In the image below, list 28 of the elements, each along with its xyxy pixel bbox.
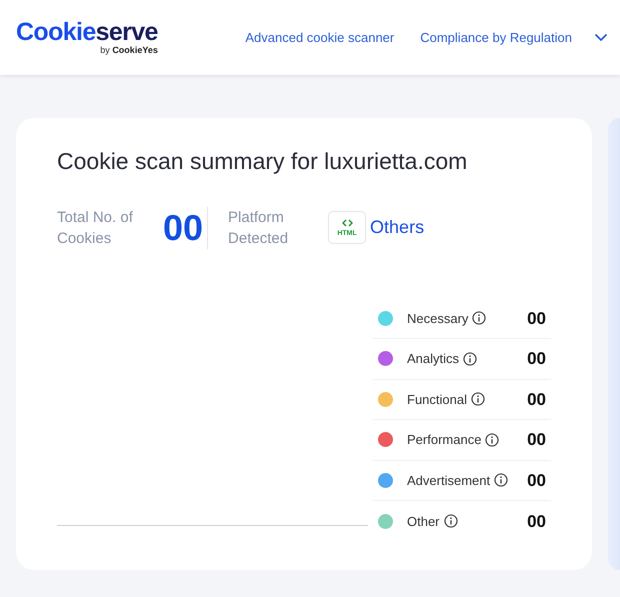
category-count: 00 — [527, 510, 546, 532]
category-count: 00 — [527, 308, 546, 330]
info-icon[interactable] — [444, 514, 458, 528]
nav-dropdown[interactable]: Compliance by Regulation — [420, 28, 608, 48]
category-name: Performance — [407, 431, 482, 449]
category-count: 00 — [527, 429, 546, 451]
chevron-down-icon — [594, 33, 608, 42]
platform-label: Platform Detected — [228, 208, 290, 248]
category-name: Functional — [407, 390, 467, 408]
category-count: 00 — [527, 348, 546, 370]
category-name: Analytics — [407, 350, 460, 368]
total-label: Total No. of Cookies — [57, 208, 134, 248]
platform-name: Others — [370, 216, 424, 239]
category-count: 00 — [527, 470, 546, 492]
code-icon — [342, 218, 353, 226]
info-icon[interactable] — [463, 352, 478, 366]
category-count: 00 — [527, 388, 546, 410]
info-icon[interactable] — [485, 432, 500, 447]
nav-link[interactable]: Advanced cookie scanner — [245, 28, 394, 48]
logo[interactable]: Cookieserve by CookieYes — [16, 20, 158, 55]
category-name: Advertisement — [407, 472, 490, 490]
category-name: Necessary — [407, 310, 468, 328]
total-count: 00 — [163, 206, 204, 250]
info-icon[interactable] — [472, 311, 486, 326]
info-icon[interactable] — [470, 392, 485, 406]
summary-title: Cookie scan summary for luxurietta.com — [57, 147, 468, 176]
category-name: Other — [407, 512, 440, 530]
info-icon[interactable] — [494, 473, 508, 488]
